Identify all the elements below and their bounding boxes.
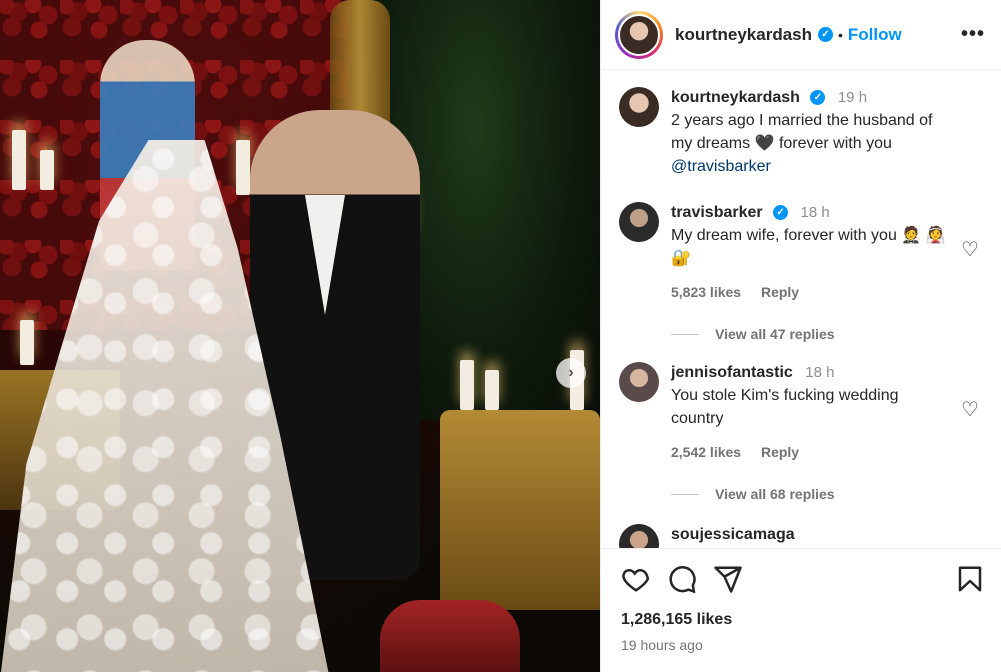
commenter-avatar[interactable] [619,202,659,242]
caption-time: 19 h [837,89,868,106]
commenter-username[interactable]: soujessicamaga [671,526,795,543]
verified-badge-icon: ✓ [818,27,833,42]
candle [485,370,499,410]
post-image[interactable]: › [0,0,600,672]
candle [20,320,34,365]
heart-icon[interactable] [621,564,651,594]
caption-mention[interactable]: @travisbarker [671,158,771,175]
commenter-avatar[interactable] [619,524,659,548]
altar-table-right [440,410,600,610]
divider [671,493,699,495]
verified-badge-icon: ✓ [773,205,789,221]
view-replies-button[interactable]: View all 47 replies [671,326,987,342]
candle [236,140,250,195]
post-actions: 1,286,165 likes 19 hours ago [601,548,1001,672]
caption-avatar[interactable] [619,87,659,127]
comment-time: 18 h [805,364,835,381]
candle [40,150,54,190]
commenter-avatar[interactable] [619,362,659,402]
caption: kourtneykardash ✓ 19 h 2 years ago I mar… [619,87,987,178]
heart-outline-icon[interactable]: ♡ [961,400,981,420]
commenter-username[interactable]: jennisofantastic [671,364,793,381]
view-replies-label: View all 47 replies [715,326,835,342]
divider [671,333,699,335]
share-icon[interactable] [713,564,743,594]
post-sidebar: kourtneykardash ✓ • Follow ••• kourtneyk… [600,0,1001,672]
comment-item: soujessicamaga [619,524,987,548]
comment-item: travisbarker ✓ 18 h My dream wife, forev… [619,202,987,300]
view-replies-button[interactable]: View all 68 replies [671,486,987,502]
view-replies-label: View all 68 replies [715,486,835,502]
author-username[interactable]: kourtneykardash [675,25,812,45]
candle [12,130,26,190]
post-timestamp: 19 hours ago [621,637,703,653]
comment-likes[interactable]: 5,823 likes [671,284,741,300]
next-image-button[interactable]: › [556,358,586,388]
post-header: kourtneykardash ✓ • Follow ••• [601,0,1001,70]
reply-button[interactable]: Reply [761,444,799,460]
follow-button[interactable]: Follow [848,25,902,45]
author-avatar[interactable] [615,10,663,59]
verified-badge-icon: ✓ [810,90,826,106]
reply-button[interactable]: Reply [761,284,799,300]
chevron-right-icon: › [568,364,574,381]
comment-text: My dream wife, forever with you 🤵 👰🔐 [671,227,946,267]
caption-text: 2 years ago I married the husband of my … [671,112,933,152]
caption-username[interactable]: kourtneykardash [671,89,800,106]
separator-dot: • [838,26,843,43]
comments-list[interactable]: kourtneykardash ✓ 19 h 2 years ago I mar… [601,71,1001,548]
commenter-username[interactable]: travisbarker [671,204,763,221]
more-options-icon[interactable]: ••• [961,23,985,46]
comment-text: You stole Kim's fucking wedding country [671,387,899,427]
heart-outline-icon[interactable]: ♡ [961,240,981,260]
comment-item: jennisofantastic 18 h You stole Kim's fu… [619,362,987,460]
red-cushion [380,600,520,672]
comment-icon[interactable] [667,564,697,594]
candle [460,360,474,410]
comment-likes[interactable]: 2,542 likes [671,444,741,460]
likes-count[interactable]: 1,286,165 likes [621,611,985,629]
comment-time: 18 h [800,204,830,221]
bookmark-icon[interactable] [955,564,985,594]
